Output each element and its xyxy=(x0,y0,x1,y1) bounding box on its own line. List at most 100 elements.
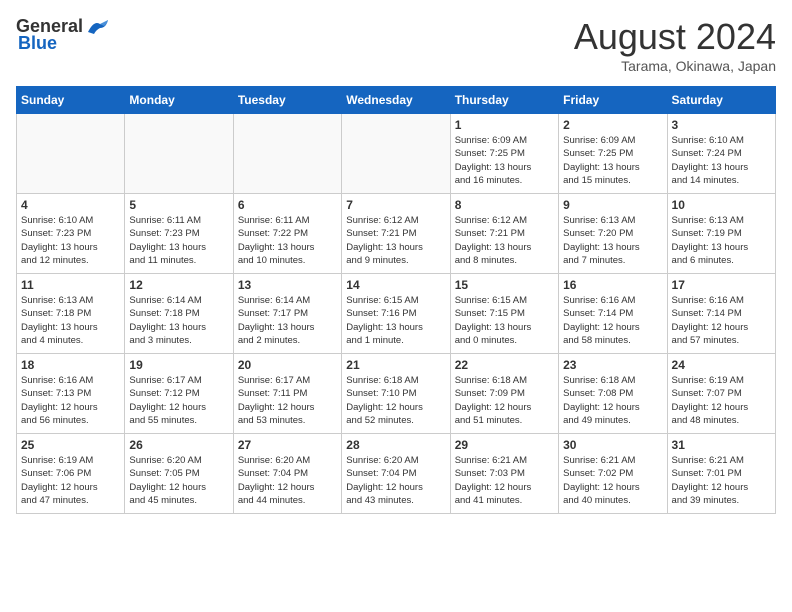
day-number: 12 xyxy=(129,278,228,292)
day-info: Sunrise: 6:13 AMSunset: 7:19 PMDaylight:… xyxy=(672,214,771,267)
day-number: 14 xyxy=(346,278,445,292)
day-number: 10 xyxy=(672,198,771,212)
logo-bird-icon xyxy=(86,18,112,36)
logo: General Blue xyxy=(16,16,112,54)
calendar-header-row: SundayMondayTuesdayWednesdayThursdayFrid… xyxy=(17,87,776,114)
title-block: August 2024 Tarama, Okinawa, Japan xyxy=(574,16,776,74)
month-title: August 2024 xyxy=(574,16,776,58)
day-number: 17 xyxy=(672,278,771,292)
calendar-day-cell: 14Sunrise: 6:15 AMSunset: 7:16 PMDayligh… xyxy=(342,274,450,354)
day-info: Sunrise: 6:14 AMSunset: 7:18 PMDaylight:… xyxy=(129,294,228,347)
day-number: 13 xyxy=(238,278,337,292)
day-info: Sunrise: 6:18 AMSunset: 7:08 PMDaylight:… xyxy=(563,374,662,427)
day-number: 30 xyxy=(563,438,662,452)
calendar-day-cell: 18Sunrise: 6:16 AMSunset: 7:13 PMDayligh… xyxy=(17,354,125,434)
calendar-day-cell: 15 Sunrise: 6:15 AMSunset: 7:15 PMDayligh… xyxy=(450,274,558,354)
day-number: 9 xyxy=(563,198,662,212)
logo-blue-text: Blue xyxy=(18,33,57,54)
calendar-day-cell: 13Sunrise: 6:14 AMSunset: 7:17 PMDayligh… xyxy=(233,274,341,354)
day-info: Sunrise: 6:20 AMSunset: 7:04 PMDaylight:… xyxy=(238,454,337,507)
day-info: Sunrise: 6:20 AMSunset: 7:05 PMDaylight:… xyxy=(129,454,228,507)
day-info: Sunrise: 6:16 AMSunset: 7:14 PMDaylight:… xyxy=(563,294,662,347)
day-info: Sunrise: 6:19 AMSunset: 7:07 PMDaylight:… xyxy=(672,374,771,427)
day-number: 29 xyxy=(455,438,554,452)
calendar-day-cell: 1Sunrise: 6:09 AMSunset: 7:25 PMDaylight… xyxy=(450,114,558,194)
day-info: Sunrise: 6:09 AMSunset: 7:25 PMDaylight:… xyxy=(563,134,662,187)
calendar-week-row: 1 Sunrise: 6:09 AMSunset: 7:25 PMDaylight… xyxy=(17,114,776,194)
calendar-day-cell: 26 Sunrise: 6:20 AMSunset: 7:05 PMDayligh… xyxy=(125,434,233,514)
day-number: 8 xyxy=(455,198,554,212)
day-number: 7 xyxy=(346,198,445,212)
calendar-day-cell: 9 Sunrise: 6:13 AMSunset: 7:20 PMDaylight… xyxy=(559,194,667,274)
location-subtitle: Tarama, Okinawa, Japan xyxy=(574,58,776,74)
calendar-day-cell: 30 Sunrise: 6:21 AMSunset: 7:02 PMDayligh… xyxy=(559,434,667,514)
calendar-week-row: 18Sunrise: 6:16 AMSunset: 7:13 PMDayligh… xyxy=(17,354,776,434)
calendar-day-cell: 3 Sunrise: 6:10 AMSunset: 7:24 PMDaylight… xyxy=(667,114,775,194)
weekday-header-thursday: Thursday xyxy=(450,87,558,114)
calendar-day-cell: 29 Sunrise: 6:21 AMSunset: 7:03 PMDayligh… xyxy=(450,434,558,514)
day-number: 26 xyxy=(129,438,228,452)
calendar-week-row: 25 Sunrise: 6:19 AMSunset: 7:06 PMDayligh… xyxy=(17,434,776,514)
weekday-header-wednesday: Wednesday xyxy=(342,87,450,114)
weekday-header-monday: Monday xyxy=(125,87,233,114)
day-number: 1 xyxy=(455,118,554,132)
day-number: 11 xyxy=(21,278,120,292)
day-number: 5 xyxy=(129,198,228,212)
calendar-week-row: 4 Sunrise: 6:10 AMSunset: 7:23 PMDaylight… xyxy=(17,194,776,274)
calendar-day-cell: 5 Sunrise: 6:11 AMSunset: 7:23 PMDaylight… xyxy=(125,194,233,274)
day-info: Sunrise: 6:13 AMSunset: 7:18 PMDaylight:… xyxy=(21,294,120,347)
calendar-week-row: 11 Sunrise: 6:13 AMSunset: 7:18 PMDayligh… xyxy=(17,274,776,354)
weekday-header-friday: Friday xyxy=(559,87,667,114)
calendar-day-cell: 27Sunrise: 6:20 AMSunset: 7:04 PMDayligh… xyxy=(233,434,341,514)
day-number: 18 xyxy=(21,358,120,372)
day-info: Sunrise: 6:21 AMSunset: 7:01 PMDaylight:… xyxy=(672,454,771,507)
day-info: Sunrise: 6:11 AMSunset: 7:23 PMDaylight:… xyxy=(129,214,228,267)
calendar-day-cell: 7 Sunrise: 6:12 AMSunset: 7:21 PMDaylight… xyxy=(342,194,450,274)
calendar-day-cell: 12 Sunrise: 6:14 AMSunset: 7:18 PMDayligh… xyxy=(125,274,233,354)
calendar-day-cell xyxy=(233,114,341,194)
day-number: 19 xyxy=(129,358,228,372)
day-info: Sunrise: 6:15 AMSunset: 7:15 PMDaylight:… xyxy=(455,294,554,347)
calendar-day-cell xyxy=(125,114,233,194)
day-info: Sunrise: 6:13 AMSunset: 7:20 PMDaylight:… xyxy=(563,214,662,267)
day-info: Sunrise: 6:20 AMSunset: 7:04 PMDaylight:… xyxy=(346,454,445,507)
calendar-day-cell: 11 Sunrise: 6:13 AMSunset: 7:18 PMDayligh… xyxy=(17,274,125,354)
day-info: Sunrise: 6:21 AMSunset: 7:02 PMDaylight:… xyxy=(563,454,662,507)
calendar-day-cell: 23Sunrise: 6:18 AMSunset: 7:08 PMDayligh… xyxy=(559,354,667,434)
day-info: Sunrise: 6:17 AMSunset: 7:11 PMDaylight:… xyxy=(238,374,337,427)
day-info: Sunrise: 6:10 AMSunset: 7:24 PMDaylight:… xyxy=(672,134,771,187)
day-number: 4 xyxy=(21,198,120,212)
day-info: Sunrise: 6:12 AMSunset: 7:21 PMDaylight:… xyxy=(455,214,554,267)
day-info: Sunrise: 6:16 AMSunset: 7:14 PMDaylight:… xyxy=(672,294,771,347)
day-info: Sunrise: 6:12 AMSunset: 7:21 PMDaylight:… xyxy=(346,214,445,267)
calendar-day-cell: 4 Sunrise: 6:10 AMSunset: 7:23 PMDaylight… xyxy=(17,194,125,274)
day-number: 20 xyxy=(238,358,337,372)
day-number: 15 xyxy=(455,278,554,292)
weekday-header-tuesday: Tuesday xyxy=(233,87,341,114)
calendar-day-cell: 20 Sunrise: 6:17 AMSunset: 7:11 PMDayligh… xyxy=(233,354,341,434)
day-number: 3 xyxy=(672,118,771,132)
day-info: Sunrise: 6:21 AMSunset: 7:03 PMDaylight:… xyxy=(455,454,554,507)
calendar-day-cell: 28 Sunrise: 6:20 AMSunset: 7:04 PMDayligh… xyxy=(342,434,450,514)
day-info: Sunrise: 6:17 AMSunset: 7:12 PMDaylight:… xyxy=(129,374,228,427)
calendar-day-cell: 25 Sunrise: 6:19 AMSunset: 7:06 PMDayligh… xyxy=(17,434,125,514)
day-info: Sunrise: 6:10 AMSunset: 7:23 PMDaylight:… xyxy=(21,214,120,267)
calendar-day-cell: 10 Sunrise: 6:13 AMSunset: 7:19 PMDayligh… xyxy=(667,194,775,274)
weekday-header-sunday: Sunday xyxy=(17,87,125,114)
calendar-day-cell: 2Sunrise: 6:09 AMSunset: 7:25 PMDaylight… xyxy=(559,114,667,194)
day-info: Sunrise: 6:18 AMSunset: 7:09 PMDaylight:… xyxy=(455,374,554,427)
day-number: 22 xyxy=(455,358,554,372)
calendar-day-cell: 19 Sunrise: 6:17 AMSunset: 7:12 PMDayligh… xyxy=(125,354,233,434)
calendar-day-cell: 16Sunrise: 6:16 AMSunset: 7:14 PMDayligh… xyxy=(559,274,667,354)
day-number: 28 xyxy=(346,438,445,452)
day-number: 24 xyxy=(672,358,771,372)
calendar-day-cell: 17 Sunrise: 6:16 AMSunset: 7:14 PMDayligh… xyxy=(667,274,775,354)
day-number: 25 xyxy=(21,438,120,452)
calendar-table: SundayMondayTuesdayWednesdayThursdayFrid… xyxy=(16,86,776,514)
day-info: Sunrise: 6:19 AMSunset: 7:06 PMDaylight:… xyxy=(21,454,120,507)
calendar-day-cell: 6Sunrise: 6:11 AMSunset: 7:22 PMDaylight… xyxy=(233,194,341,274)
calendar-day-cell: 21Sunrise: 6:18 AMSunset: 7:10 PMDayligh… xyxy=(342,354,450,434)
calendar-day-cell xyxy=(342,114,450,194)
page-header: General Blue August 2024 Tarama, Okinawa… xyxy=(16,16,776,74)
calendar-day-cell: 24 Sunrise: 6:19 AMSunset: 7:07 PMDayligh… xyxy=(667,354,775,434)
